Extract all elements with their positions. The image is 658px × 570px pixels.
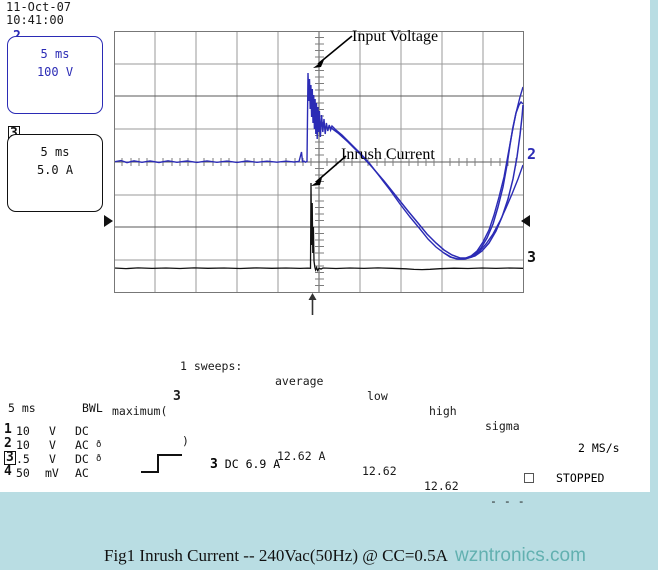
trigger-level: 6.9 A	[245, 457, 281, 471]
annotation-inrush-current: Inrush Current	[341, 146, 435, 163]
status-ch1-coupling[interactable]: DC	[75, 424, 89, 438]
status-ch1-scale[interactable]: 10	[16, 424, 30, 438]
channel-3-position-marker[interactable]: 3	[527, 250, 536, 265]
trigger-source: 3	[210, 457, 218, 472]
status-ch4-coupling[interactable]: AC	[75, 466, 89, 480]
channel-3-settings-box[interactable]: 5 ms 5.0 A	[7, 134, 103, 212]
sample-rate: 2 MS/s	[578, 441, 620, 455]
channel-2-position-marker[interactable]: 2	[527, 147, 536, 162]
channel-2-scale: 100 V	[36, 65, 74, 79]
channel-2-settings-box[interactable]: 5 ms 100 V	[7, 36, 103, 114]
measure-sigma-value: - - -	[490, 494, 525, 508]
trigger-position-arrow-icon[interactable]	[308, 293, 317, 315]
status-ch2-unit: V	[49, 438, 56, 452]
channel-3-timebase: 5 ms	[40, 145, 70, 159]
acquisition-state: STOPPED	[556, 471, 605, 485]
status-ch3-bwl-icon: ð	[96, 454, 102, 464]
annotation-current-arrow-icon	[311, 155, 347, 186]
screenshot-page: 11-Oct-0710:41:00 2 5 ms 100 V 3 5 ms 5.0 …	[0, 0, 658, 570]
status-ch1-unit: V	[49, 424, 56, 438]
status-ch2-coupling[interactable]: AC	[75, 438, 89, 452]
watermark: wzntronics.com	[455, 545, 586, 566]
status-ch2-bwl-icon: ð	[96, 440, 102, 450]
trigger-edge-icon[interactable]	[140, 452, 188, 474]
status-ch4-scale[interactable]: 50	[16, 466, 30, 480]
status-bwl-label: BWL	[82, 401, 103, 415]
status-timebase[interactable]: 5 ms	[8, 401, 36, 415]
time-text: 10:41:00	[6, 13, 64, 27]
status-ch3-coupling[interactable]: DC	[75, 452, 89, 466]
channel-3-settings-text: 5 ms 5.0 A	[8, 143, 102, 179]
measure-sweeps: 1 sweeps:	[180, 359, 243, 373]
channel-3-scale: 5.0 A	[36, 163, 74, 177]
trigger-level-marker-right-icon[interactable]	[521, 215, 530, 227]
status-ch4-unit: mV	[45, 466, 59, 480]
oscilloscope-screen: 11-Oct-0710:41:00 2 5 ms 100 V 3 5 ms 5.0 …	[0, 0, 650, 508]
status-ch3-scale[interactable]: .5	[16, 452, 30, 466]
timestamp: 11-Oct-07 10:41:00	[6, 1, 71, 27]
status-bar: 5 ms BWL 1 10 V DC 2 10 V AC ð 3 .5 V DC…	[0, 396, 650, 492]
acquisition-indicator-icon[interactable]	[524, 473, 534, 483]
measure-col-average: average	[275, 374, 324, 388]
status-ch2-number[interactable]: 2	[4, 437, 12, 451]
trigger-settings[interactable]: 3 DC 6.9 A	[210, 457, 280, 472]
status-ch1-number[interactable]: 1	[4, 423, 12, 437]
channel-2-timebase: 5 ms	[40, 47, 70, 61]
figure-caption: Fig1 Inrush Current -- 240Vac(50Hz) @ CC…	[104, 546, 448, 565]
right-edge-strip	[650, 0, 658, 492]
annotation-voltage-arrow-icon	[313, 35, 353, 68]
status-ch3-number[interactable]: 3	[4, 451, 16, 465]
voltage-sine-main	[329, 104, 524, 259]
channel-2-settings-text: 5 ms 100 V	[8, 45, 102, 81]
status-ch4-number[interactable]: 4	[4, 465, 12, 479]
date-text: 11-Oct-07	[6, 0, 72, 14]
trigger-coupling: DC	[224, 457, 239, 471]
trigger-level-marker-left-icon[interactable]	[104, 215, 113, 227]
status-ch3-unit: V	[49, 452, 56, 466]
measurement-header-row: 1 sweeps: average low high sigma	[112, 344, 520, 433]
status-ch2-scale[interactable]: 10	[16, 438, 30, 452]
